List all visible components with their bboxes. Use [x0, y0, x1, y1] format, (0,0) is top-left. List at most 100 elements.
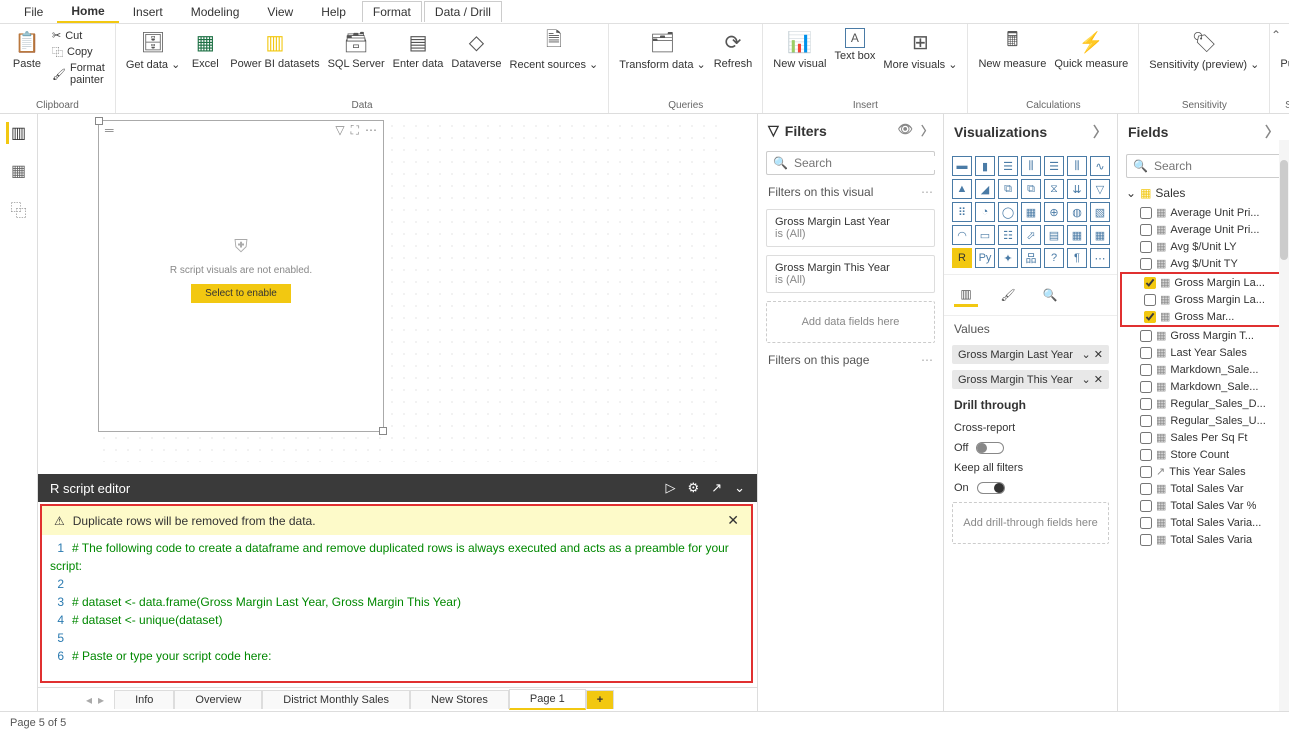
field-item[interactable]: ▦Last Year Sales: [1118, 344, 1289, 361]
field-item[interactable]: ▦Total Sales Var %: [1118, 497, 1289, 514]
field-checkbox[interactable]: [1140, 449, 1152, 461]
filter-card-gmlast[interactable]: Gross Margin Last Yearis (All): [766, 209, 935, 247]
viz-card[interactable]: ▭: [975, 225, 995, 245]
eye-icon[interactable]: 👁: [898, 122, 913, 139]
next-page-icon[interactable]: ▸: [98, 693, 104, 707]
menu-file[interactable]: File: [10, 2, 57, 22]
new-visual-button[interactable]: 📊New visual: [769, 26, 830, 98]
viz-py[interactable]: Py: [975, 248, 995, 268]
menu-format[interactable]: Format: [362, 1, 422, 22]
add-visual-filter-drop[interactable]: Add data fields here: [766, 301, 935, 343]
format-brush-icon[interactable]: 🖌: [996, 283, 1020, 307]
r-visual-placeholder[interactable]: ═ ▽ ⛶ ⋯ ⛨ R script visuals are not enabl…: [98, 120, 384, 432]
menu-data-drill[interactable]: Data / Drill: [424, 1, 502, 22]
field-item[interactable]: ▦Gross Mar...: [1122, 308, 1285, 325]
prev-page-icon[interactable]: ◂: [86, 693, 92, 707]
field-item[interactable]: ▦Avg $/Unit TY: [1118, 255, 1289, 272]
menu-home[interactable]: Home: [57, 1, 118, 23]
viz-ribbon[interactable]: ⧖: [1044, 179, 1064, 199]
drag-handle-icon[interactable]: ═: [105, 123, 114, 137]
transform-data-button[interactable]: 🗂Transform data ⌄: [615, 26, 709, 98]
field-checkbox[interactable]: [1140, 258, 1152, 270]
field-item[interactable]: ▦Avg $/Unit LY: [1118, 238, 1289, 255]
field-item[interactable]: ▦Sales Per Sq Ft: [1118, 429, 1289, 446]
paste-button[interactable]: 📋Paste: [6, 26, 48, 98]
pbi-datasets-button[interactable]: ▥Power BI datasets: [226, 26, 323, 98]
quick-measure-button[interactable]: ⚡Quick measure: [1050, 26, 1132, 98]
viz-area[interactable]: ▲: [952, 179, 972, 199]
add-drill-fields-drop[interactable]: Add drill-through fields here: [952, 502, 1109, 544]
menu-view[interactable]: View: [253, 2, 307, 22]
collapse-viz-icon[interactable]: 〉: [1093, 122, 1107, 142]
field-item[interactable]: ▦Gross Margin La...: [1122, 274, 1285, 291]
filters-search[interactable]: 🔍: [766, 151, 935, 175]
field-checkbox[interactable]: [1140, 224, 1152, 236]
viz-line-col2[interactable]: ⧉: [1021, 179, 1041, 199]
collapse-ribbon-icon[interactable]: ⌃: [1271, 28, 1281, 42]
copy-button[interactable]: ⿻Copy: [52, 43, 93, 61]
viz-qna[interactable]: ?: [1044, 248, 1064, 268]
field-checkbox[interactable]: [1140, 534, 1152, 546]
viz-donut[interactable]: ◯: [998, 202, 1018, 222]
enable-r-button[interactable]: Select to enable: [191, 284, 291, 303]
menu-insert[interactable]: Insert: [119, 2, 177, 22]
field-item[interactable]: ▦Regular_Sales_D...: [1118, 395, 1289, 412]
field-checkbox[interactable]: [1140, 398, 1152, 410]
add-page-button[interactable]: +: [586, 690, 614, 709]
recent-sources-button[interactable]: 🗎Recent sources ⌄: [506, 26, 603, 98]
field-checkbox[interactable]: [1140, 415, 1152, 427]
viz-100bar[interactable]: ☰: [1044, 156, 1064, 176]
viz-stacked-area[interactable]: ◢: [975, 179, 995, 199]
refresh-button[interactable]: ⟳Refresh: [710, 26, 757, 98]
viz-more[interactable]: ⋯: [1090, 248, 1110, 268]
field-checkbox[interactable]: [1144, 294, 1156, 306]
field-checkbox[interactable]: [1144, 277, 1156, 289]
filter-card-gmthis[interactable]: Gross Margin This Yearis (All): [766, 255, 935, 293]
value-pill-gmthis[interactable]: Gross Margin This Year⌄ ✕: [952, 370, 1109, 389]
field-item[interactable]: ▦Total Sales Varia...: [1118, 514, 1289, 531]
viz-stacked-col[interactable]: ▮: [975, 156, 995, 176]
viz-scatter[interactable]: ⠿: [952, 202, 972, 222]
field-item[interactable]: ▦Average Unit Pri...: [1118, 204, 1289, 221]
field-checkbox[interactable]: [1140, 381, 1152, 393]
tab-info[interactable]: Info: [114, 690, 174, 709]
sensitivity-button[interactable]: 🏷Sensitivity (preview) ⌄: [1145, 26, 1263, 98]
new-measure-button[interactable]: 🖩New measure: [974, 26, 1050, 98]
field-item[interactable]: ▦Regular_Sales_U...: [1118, 412, 1289, 429]
popout-icon[interactable]: ↗: [711, 480, 722, 496]
field-checkbox[interactable]: [1140, 347, 1152, 359]
cut-button[interactable]: ✂Cut: [52, 28, 82, 43]
tab-overview[interactable]: Overview: [174, 690, 262, 709]
field-item[interactable]: ▦Total Sales Varia: [1118, 531, 1289, 548]
field-item[interactable]: ▦Gross Margin T...: [1118, 327, 1289, 344]
more-options-icon[interactable]: ⋯: [365, 123, 377, 138]
menu-help[interactable]: Help: [307, 2, 360, 22]
excel-button[interactable]: ▦Excel: [184, 26, 226, 98]
collapse-filters-icon[interactable]: 〉: [921, 122, 933, 139]
settings-icon[interactable]: ⚙: [688, 480, 700, 496]
viz-gauge[interactable]: ◠: [952, 225, 972, 245]
fields-scrollbar[interactable]: [1279, 140, 1289, 711]
text-box-button[interactable]: AText box: [830, 26, 879, 98]
field-checkbox[interactable]: [1140, 466, 1152, 478]
collapse-fields-icon[interactable]: 〉: [1265, 122, 1279, 142]
viz-slicer[interactable]: ▤: [1044, 225, 1064, 245]
viz-kpi[interactable]: ⬀: [1021, 225, 1041, 245]
field-item[interactable]: ▦Gross Margin La...: [1122, 291, 1285, 308]
fields-well-icon[interactable]: ▥: [954, 283, 978, 307]
enter-data-button[interactable]: ▤Enter data: [389, 26, 448, 98]
collapse-editor-icon[interactable]: ⌄: [734, 480, 745, 496]
value-pill-gmlast[interactable]: Gross Margin Last Year⌄ ✕: [952, 345, 1109, 364]
field-item[interactable]: ▦Markdown_Sale...: [1118, 361, 1289, 378]
viz-decomp[interactable]: 品: [1021, 248, 1041, 268]
field-checkbox[interactable]: [1140, 517, 1152, 529]
viz-narrative[interactable]: ¶: [1067, 248, 1087, 268]
viz-key-influencers[interactable]: ✦: [998, 248, 1018, 268]
viz-r[interactable]: R: [952, 248, 972, 268]
field-checkbox[interactable]: [1140, 500, 1152, 512]
viz-table[interactable]: ▦: [1067, 225, 1087, 245]
more-icon[interactable]: ⋯: [921, 185, 933, 199]
viz-funnel[interactable]: ▽: [1090, 179, 1110, 199]
data-view-icon[interactable]: ▦: [8, 160, 30, 182]
more-visuals-button[interactable]: ⊞More visuals ⌄: [879, 26, 961, 98]
